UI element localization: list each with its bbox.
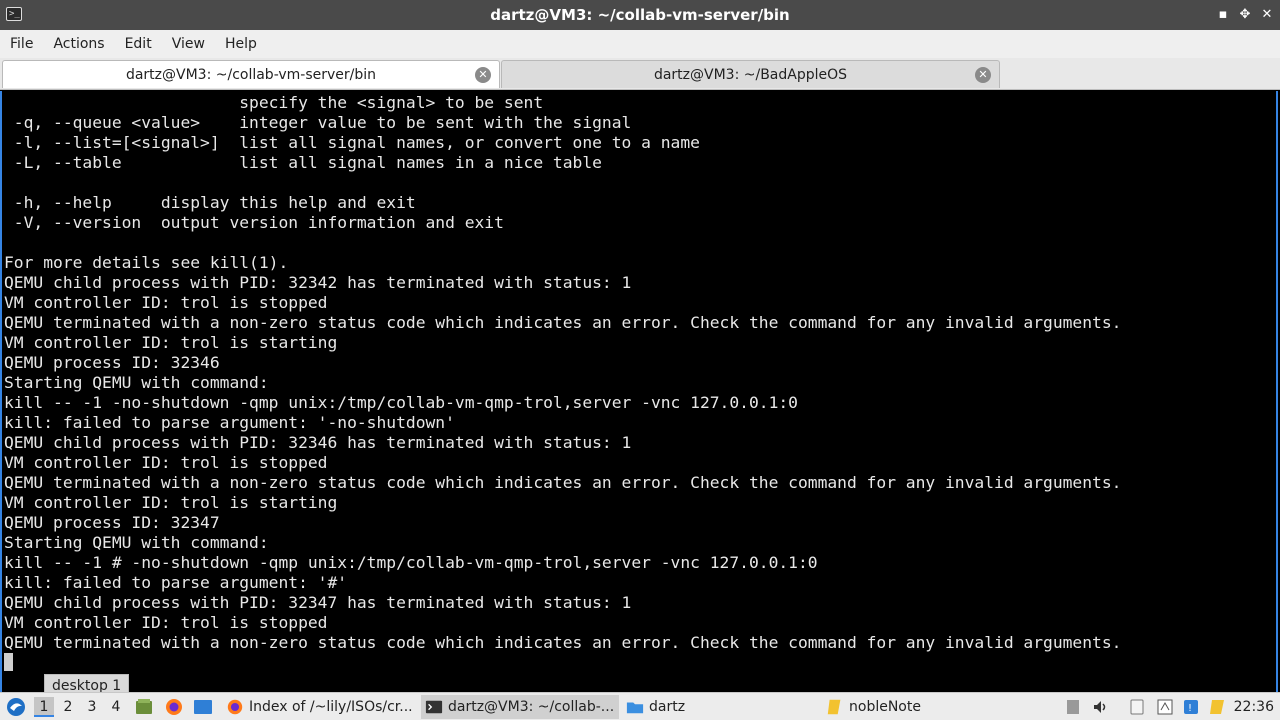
minimize-button[interactable]: ▪ [1216, 8, 1230, 22]
file-manager-launcher-icon[interactable] [134, 697, 154, 717]
menu-bar: File Actions Edit View Help [0, 30, 1280, 58]
tray-keyboard-icon[interactable] [1064, 698, 1082, 716]
task-label: dartz@VM3: ~/collab-... [448, 699, 615, 715]
terminal-output: specify the <signal> to be sent -q, --qu… [4, 93, 1122, 652]
task-label: Index of /~lily/ISOs/cr... [249, 699, 413, 715]
close-button[interactable]: ✕ [1260, 8, 1274, 22]
update-notifier-icon[interactable]: ! [1182, 698, 1200, 716]
tab-bar: dartz@VM3: ~/collab-vm-server/bin ✕ dart… [0, 58, 1280, 90]
tab-label: dartz@VM3: ~/collab-vm-server/bin [125, 66, 377, 83]
desktop-4-button[interactable]: 4 [106, 697, 126, 717]
terminal-cursor [4, 653, 13, 671]
terminal-icon [425, 700, 443, 714]
firefox-launcher-icon[interactable] [164, 697, 184, 717]
menu-help[interactable]: Help [225, 36, 267, 52]
svg-text:!: ! [1188, 703, 1192, 714]
menu-file[interactable]: File [10, 36, 43, 52]
window-title: dartz@VM3: ~/collab-vm-server/bin [490, 6, 790, 24]
task-file-manager[interactable]: dartz [622, 695, 818, 719]
maximize-button[interactable]: ✥ [1238, 8, 1252, 22]
tab-label: dartz@VM3: ~/BadAppleOS [653, 66, 848, 83]
notepad-icon [827, 699, 841, 715]
folder-icon [626, 702, 644, 714]
desktop-2-button[interactable]: 2 [58, 697, 78, 717]
task-terminal[interactable]: dartz@VM3: ~/collab-... [421, 695, 619, 719]
menu-actions[interactable]: Actions [53, 36, 114, 52]
taskbar: 1 2 3 4 Index of /~lily/ISOs/cr... dartz… [0, 692, 1280, 720]
notes-tray-icon[interactable] [1208, 698, 1226, 716]
menu-edit[interactable]: Edit [125, 36, 162, 52]
desktop-1-button[interactable]: 1 [34, 697, 54, 717]
network-icon[interactable] [1156, 698, 1174, 716]
tab-badappleos[interactable]: dartz@VM3: ~/BadAppleOS ✕ [501, 60, 1000, 88]
task-firefox[interactable]: Index of /~lily/ISOs/cr... [222, 695, 418, 719]
show-desktop-icon[interactable] [193, 697, 213, 717]
firefox-icon [227, 699, 243, 715]
clock[interactable]: 22:36 [1234, 693, 1274, 720]
task-label: nobleNote [849, 699, 921, 715]
volume-icon[interactable] [1092, 698, 1110, 716]
desktop-3-button[interactable]: 3 [82, 697, 102, 717]
clipboard-icon[interactable] [1128, 698, 1146, 716]
lxqt-start-icon[interactable] [6, 697, 26, 717]
window-titlebar[interactable]: >_ dartz@VM3: ~/collab-vm-server/bin ▪ ✥… [0, 0, 1280, 30]
tab-close-icon[interactable]: ✕ [975, 67, 991, 83]
tab-close-icon[interactable]: ✕ [475, 67, 491, 83]
menu-view[interactable]: View [172, 36, 215, 52]
task-label: dartz [649, 699, 686, 715]
tab-collab-vm-server[interactable]: dartz@VM3: ~/collab-vm-server/bin ✕ [2, 60, 500, 88]
terminal-view[interactable]: specify the <signal> to be sent -q, --qu… [0, 91, 1278, 692]
task-noblenote[interactable]: nobleNote [822, 695, 1022, 719]
